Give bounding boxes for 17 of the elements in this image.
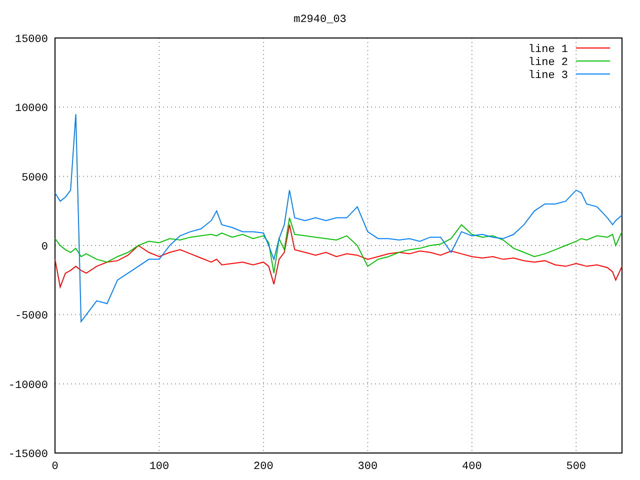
y-tick-label: 15000 (14, 34, 48, 46)
x-tick-label: 0 (52, 461, 58, 473)
legend-label: line 1 (528, 44, 568, 56)
legend-label: line 3 (528, 70, 568, 82)
x-tick-label: 400 (462, 461, 482, 473)
chart-title: m2940_03 (294, 14, 346, 26)
y-tick-label: -5000 (14, 310, 48, 323)
y-tick-label: -10000 (8, 380, 48, 392)
x-tick-label: 300 (358, 461, 378, 473)
x-tick-label: 100 (149, 461, 170, 473)
x-tick-label: 200 (254, 461, 274, 473)
y-tick-label: 0 (41, 242, 48, 254)
y-tick-label: 5000 (22, 172, 48, 184)
y-tick-label: -15000 (8, 449, 48, 461)
x-tick-label: 500 (566, 461, 586, 473)
y-tick-label: 10000 (14, 103, 48, 116)
legend-label: line 2 (528, 57, 568, 69)
